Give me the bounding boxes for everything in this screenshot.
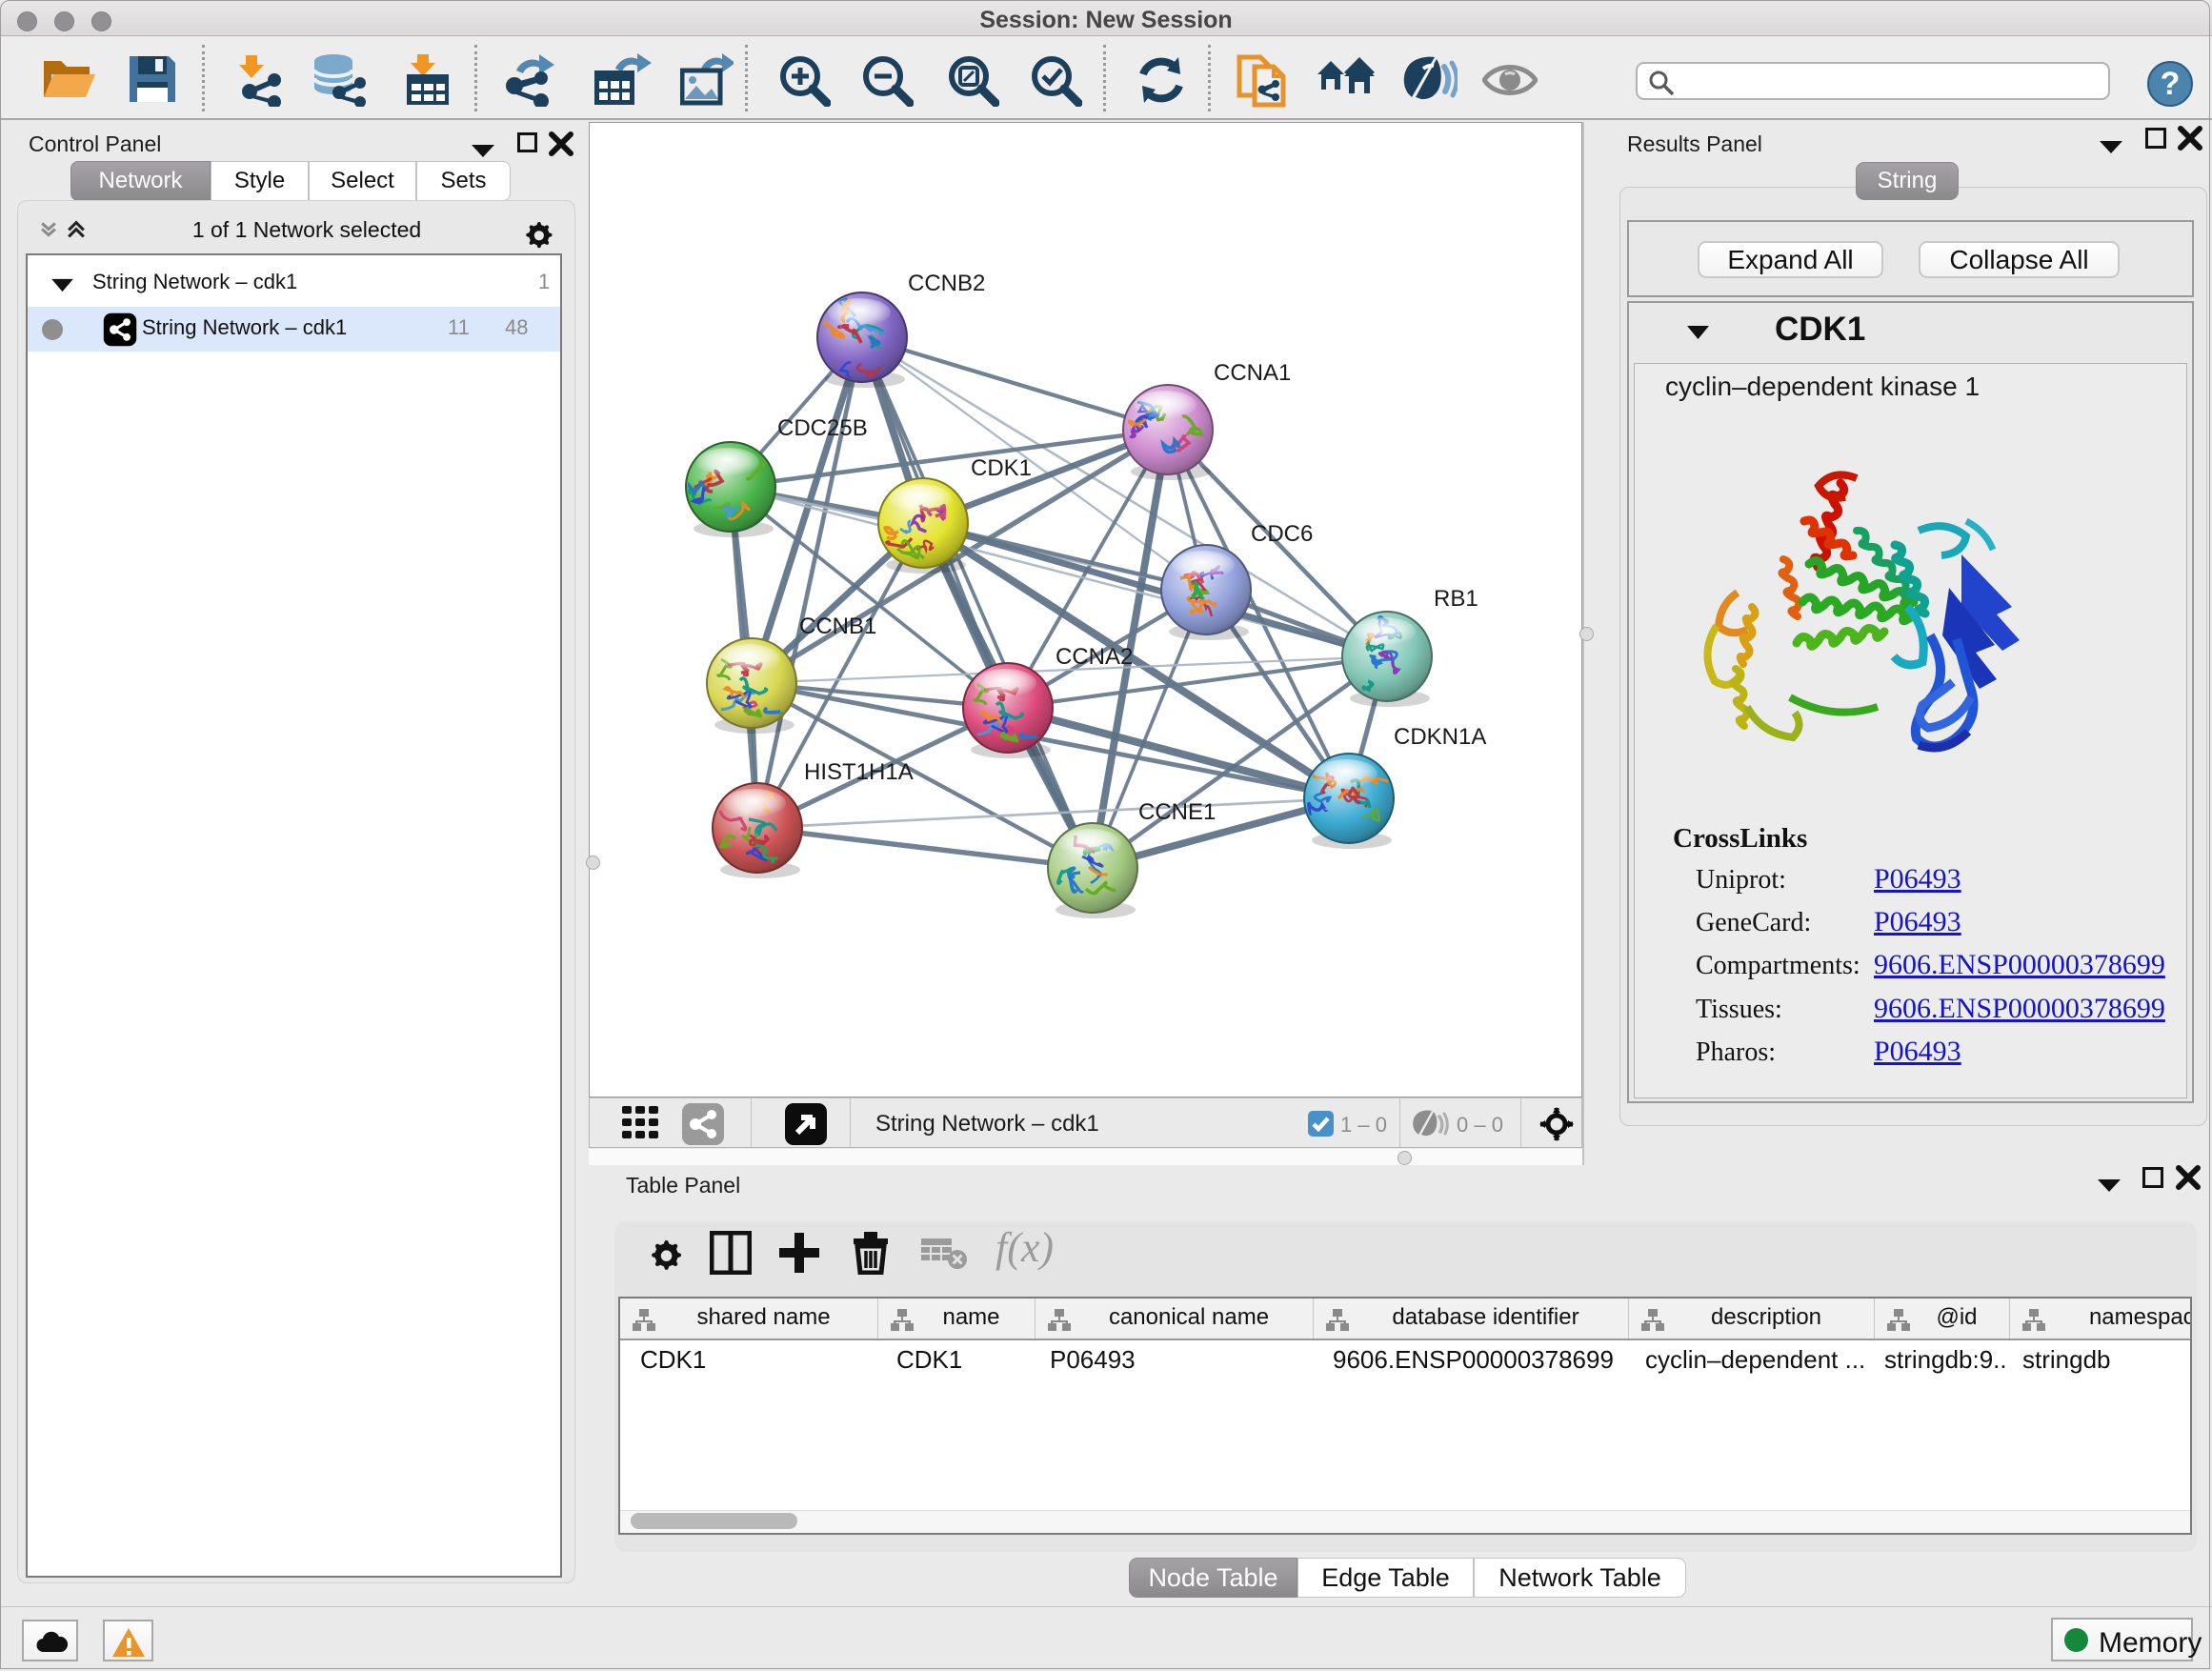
svg-text:CDKN1A: CDKN1A [1394, 724, 1486, 750]
svg-text:CCNB2: CCNB2 [908, 271, 985, 296]
svg-text:RB1: RB1 [1434, 586, 1478, 612]
svg-text:HIST1H1A: HIST1H1A [804, 759, 914, 785]
svg-text:?: ? [2161, 66, 2181, 102]
svg-text:CDC6: CDC6 [1251, 521, 1313, 547]
svg-text:CCNA2: CCNA2 [1056, 644, 1133, 670]
svg-text:CCNE1: CCNE1 [1138, 799, 1216, 825]
svg-text:CCNA1: CCNA1 [1214, 360, 1291, 386]
svg-text:CDK1: CDK1 [971, 455, 1032, 481]
svg-text:CDC25B: CDC25B [777, 415, 868, 441]
svg-text:CCNB1: CCNB1 [799, 614, 876, 639]
